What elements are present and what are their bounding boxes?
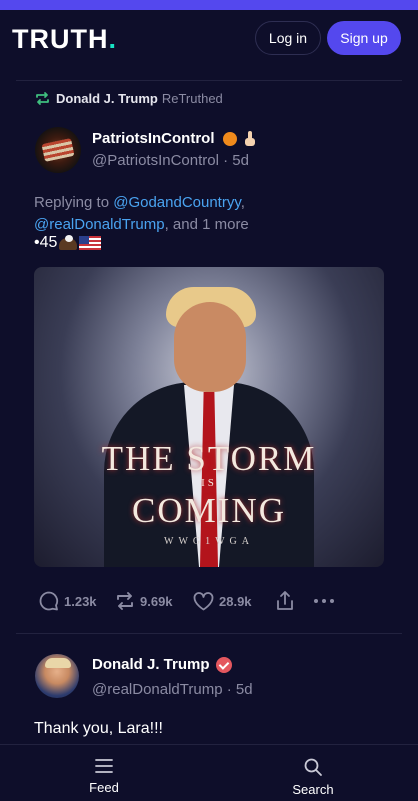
image-title-line1: THE STORM	[101, 439, 317, 478]
post-image[interactable]: THE STORM IS COMING WWG1WGA	[34, 267, 384, 567]
retruth-icon	[117, 592, 133, 610]
more-icon	[314, 599, 334, 603]
signup-button[interactable]: Sign up	[327, 21, 401, 55]
pointing-finger-emoji-icon	[244, 131, 255, 146]
nav-feed-label: Feed	[89, 780, 119, 795]
us-flag-emoji-icon	[79, 236, 102, 250]
post-text: Thank you, Lara!!!	[34, 720, 163, 737]
like-icon	[193, 592, 214, 611]
image-title-line2: COMING	[132, 491, 286, 530]
handle[interactable]: @PatriotsInControl	[92, 152, 219, 169]
feed-icon	[95, 759, 113, 773]
post-time: 5d	[232, 152, 249, 169]
nav-feed[interactable]: Feed	[64, 757, 144, 795]
image-title-is: IS	[201, 477, 217, 489]
bottom-nav: Feed Search	[0, 744, 418, 801]
handle[interactable]: @realDonaldTrump	[92, 681, 223, 698]
avatar-hair	[45, 658, 71, 668]
separator-dot: ·	[223, 152, 233, 169]
like-button[interactable]: 28.9k	[192, 588, 252, 614]
image-tagline: WWG1WGA	[164, 536, 254, 547]
reply-prefix: Replying to	[34, 194, 110, 211]
retruth-line: Donald J. Trump ReTruthed	[34, 89, 223, 107]
nav-search[interactable]: Search	[273, 757, 353, 797]
header: TRUTH. Log in Sign up	[0, 10, 418, 80]
reply-count: 1.23k	[64, 593, 97, 609]
retruth-author[interactable]: Donald J. Trump	[56, 91, 158, 106]
nav-search-label: Search	[292, 782, 334, 797]
post-text: •45	[34, 234, 102, 252]
flag-icon	[41, 138, 75, 162]
login-button[interactable]: Log in	[255, 21, 321, 55]
display-name: Donald J. Trump	[92, 656, 210, 673]
share-button[interactable]	[274, 588, 300, 614]
avatar[interactable]	[35, 127, 81, 173]
reply-suffix: , and 1 more	[164, 216, 249, 233]
reply-icon	[39, 591, 59, 611]
more-button[interactable]	[312, 588, 340, 614]
eagle-emoji-icon	[59, 235, 78, 251]
truth-logo[interactable]: TRUTH.	[12, 24, 117, 55]
header-divider	[16, 80, 402, 81]
mention-link[interactable]: @realDonaldTrump	[34, 216, 165, 233]
reply-button[interactable]: 1.23k	[38, 588, 97, 614]
post-author-name[interactable]: Donald J. Trump	[92, 656, 232, 673]
retruth-count: 9.69k	[140, 593, 173, 609]
post-text-content: •45	[34, 234, 58, 251]
verified-icon	[215, 656, 232, 673]
like-count: 28.9k	[219, 593, 252, 609]
display-name: PatriotsInControl	[92, 130, 215, 147]
orange-emoji-icon	[222, 131, 237, 146]
avatar[interactable]	[35, 654, 79, 698]
logo-text: TRUTH	[12, 24, 109, 54]
post-divider	[16, 633, 402, 634]
top-accent-bar	[0, 0, 418, 10]
share-icon	[277, 591, 293, 610]
separator-dot: ·	[226, 681, 236, 698]
post-author-handle: @realDonaldTrump · 5d	[92, 681, 253, 698]
retruth-button[interactable]: 9.69k	[114, 588, 173, 614]
post-author-handle: @PatriotsInControl · 5d	[92, 152, 249, 169]
mention-link[interactable]: @GodandCountryy	[113, 194, 241, 211]
post-actions: 1.23k 9.69k 28.9k	[34, 588, 384, 614]
image-figure-face	[174, 302, 246, 392]
retruth-label: ReTruthed	[161, 90, 223, 106]
reply-context: Replying to @GodandCountryy, @realDonald…	[34, 194, 249, 233]
retruth-icon	[36, 91, 49, 105]
post-author-name[interactable]: PatriotsInControl	[92, 130, 255, 147]
search-icon	[304, 758, 322, 776]
post-time: 5d	[235, 681, 253, 698]
logo-dot: .	[108, 24, 117, 54]
